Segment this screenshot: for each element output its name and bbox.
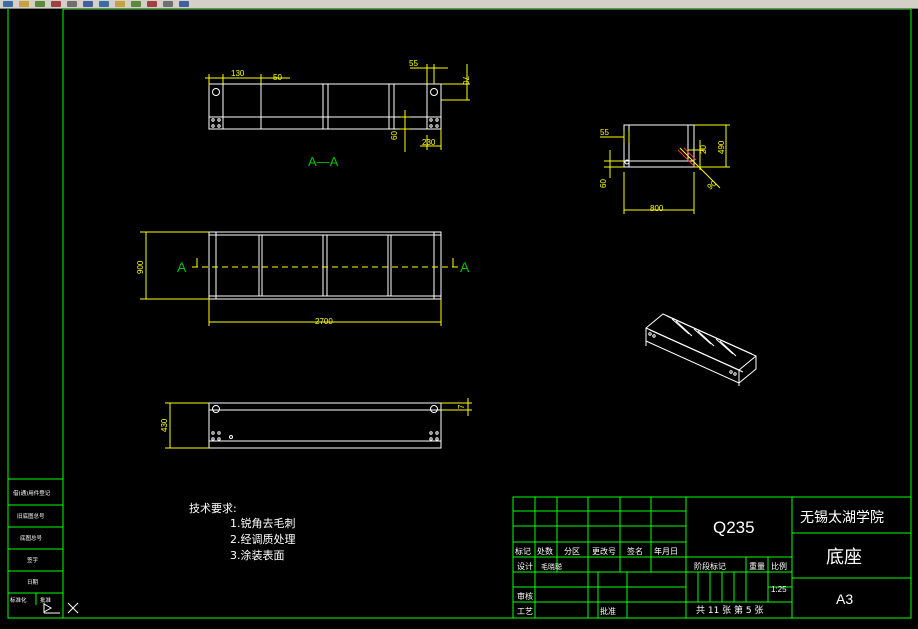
stage-label: 阶段标记: [694, 561, 726, 571]
header-change: 更改号: [592, 546, 616, 556]
dim-60-section: 60: [390, 131, 399, 140]
dim-50: 50: [273, 73, 282, 82]
dim-55-top: 55: [409, 59, 418, 68]
toolbar: [0, 0, 918, 9]
designer-name: 毛晓聪: [541, 562, 562, 571]
dim-55-side: 55: [600, 128, 609, 137]
tech-req-item-3: 3.涂装表面: [230, 548, 285, 562]
scale-value: 1:25: [771, 585, 787, 594]
design-label: 设计: [517, 561, 533, 571]
header-sign: 签名: [627, 546, 643, 556]
zoom-icon[interactable]: [147, 1, 157, 7]
front-view: [208, 402, 442, 449]
side-detail-dims: [600, 124, 730, 214]
isometric-view: [645, 313, 757, 386]
dim-130: 130: [231, 69, 245, 78]
side-table-row-2: 旧底图总号: [17, 512, 45, 520]
part-name: 底座: [826, 547, 862, 568]
dim-90: 90: [706, 179, 719, 192]
sheet-info: 共 11 张 第 5 张: [696, 604, 763, 616]
side-table-row-1: 借(通)用件登记: [13, 489, 51, 497]
pan-icon[interactable]: [131, 1, 141, 7]
weld-mark: [677, 147, 697, 167]
ucs-icon: [43, 602, 79, 614]
cut-label-left: A: [177, 259, 187, 275]
open-icon[interactable]: [19, 1, 29, 7]
dim-800: 800: [650, 204, 664, 213]
side-table-row-5: 日期: [27, 579, 39, 586]
header-date: 年月日: [654, 546, 678, 556]
header-count: 处数: [537, 546, 553, 556]
cut-icon[interactable]: [67, 1, 77, 7]
side-table-bottom-left: 标准化: [10, 596, 27, 604]
dim-7: 7: [457, 404, 466, 409]
save-icon[interactable]: [35, 1, 45, 7]
side-table-row-3: 底图总号: [20, 534, 43, 542]
school-name: 无锡太湖学院: [800, 510, 884, 526]
section-view: [208, 83, 442, 130]
approve-label: 批准: [600, 606, 616, 616]
process-label: 工艺: [517, 607, 533, 616]
dim-900: 900: [136, 260, 145, 274]
material-text: Q235: [713, 518, 755, 537]
undo-icon[interactable]: [115, 1, 125, 7]
new-icon[interactable]: [3, 1, 13, 7]
drawing-frame: [62, 9, 912, 619]
top-view-dims: [140, 231, 454, 326]
help-icon[interactable]: [179, 1, 189, 7]
tech-req-item-1: 1.锐角去毛刺: [230, 516, 296, 530]
top-view: [208, 231, 442, 300]
review-label: 审核: [517, 591, 533, 601]
scale-label: 比例: [771, 561, 787, 571]
paste-icon[interactable]: [99, 1, 109, 7]
side-table-bottom-right: 批准: [40, 596, 52, 604]
dim-60-side: 60: [599, 179, 608, 188]
dim-430: 430: [160, 418, 169, 432]
side-table-row-4: 签字: [27, 556, 39, 564]
side-detail-view: [623, 124, 695, 168]
properties-icon[interactable]: [163, 1, 173, 7]
cut-label-right: A: [460, 259, 470, 275]
dim-70: 70: [461, 76, 470, 85]
header-zone: 分区: [564, 547, 580, 556]
drawing-canvas[interactable]: 130 50 55 70 60 230 A—A 55 20 490 60 800…: [0, 9, 918, 629]
dim-230: 230: [422, 138, 436, 147]
dim-2700: 2700: [315, 317, 333, 326]
print-icon[interactable]: [51, 1, 61, 7]
weight-label: 重量: [749, 561, 765, 571]
section-label: A—A: [308, 154, 339, 169]
sheet-size: A3: [836, 591, 853, 607]
tech-req-item-2: 2.经调质处理: [230, 533, 296, 546]
dim-490: 490: [717, 140, 726, 154]
dim-20: 20: [699, 145, 708, 154]
header-mark: 标记: [515, 546, 531, 556]
tech-req-title: 技术要求:: [189, 502, 237, 515]
copy-icon[interactable]: [83, 1, 93, 7]
